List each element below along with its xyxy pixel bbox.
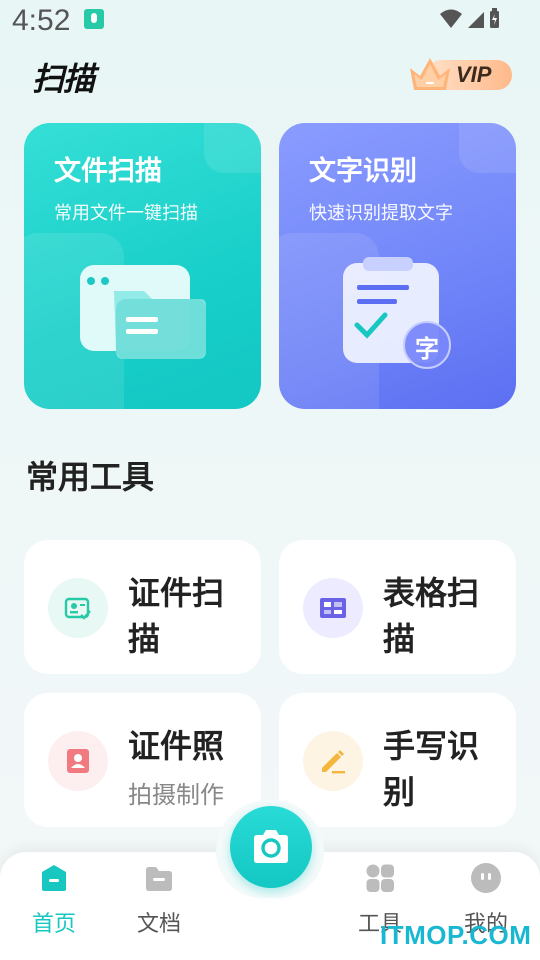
- card-subtitle: 快速识别提取文字: [309, 203, 453, 224]
- card-decoration: [204, 123, 261, 173]
- pen-icon: [303, 731, 363, 791]
- vip-label: VIP: [456, 62, 492, 87]
- vip-button[interactable]: VIP: [404, 54, 512, 94]
- tool-title: 证件扫描: [128, 574, 225, 658]
- section-title: 常用工具: [26, 458, 155, 496]
- status-time: 4:52: [12, 4, 71, 37]
- app-logo: 扫描: [32, 60, 95, 98]
- camera-button-wrap: [216, 800, 324, 898]
- text-recognition-card[interactable]: 文字识别 快速识别提取文字 字: [279, 123, 516, 409]
- id-scan-tool-card[interactable]: 证件扫描: [24, 540, 261, 674]
- table-scan-tool-card[interactable]: 表格扫描: [279, 540, 516, 674]
- profile-icon: [471, 863, 501, 893]
- wifi-icon: [440, 9, 462, 28]
- portrait-icon: [48, 731, 108, 791]
- status-bar: 4:52: [0, 0, 540, 44]
- notification-icon: [84, 9, 104, 29]
- signal-icon: [468, 12, 484, 28]
- card-title: 文件扫描: [54, 156, 162, 187]
- tool-subtitle: 拍摄制作: [128, 781, 224, 809]
- crown-icon: [410, 58, 450, 90]
- tool-title: 表格扫描: [383, 574, 480, 658]
- folder-icon: [146, 867, 172, 891]
- tab-label: 首页: [31, 912, 76, 937]
- tool-title: 手写识别: [383, 727, 480, 811]
- tool-title: 证件照: [128, 727, 225, 765]
- card-decoration: [459, 123, 516, 173]
- camera-button[interactable]: [230, 806, 312, 888]
- status-icons: [440, 8, 499, 28]
- folder-illustration-icon: [80, 265, 206, 359]
- character-badge-label: 字: [415, 335, 439, 363]
- card-subtitle: 常用文件一键扫描: [54, 203, 198, 224]
- table-icon: [303, 578, 363, 638]
- document-scan-card[interactable]: 文件扫描 常用文件一键扫描: [24, 123, 261, 409]
- watermark: ITMOP.COM: [380, 920, 532, 950]
- id-card-icon: [48, 578, 108, 638]
- camera-icon: [254, 830, 288, 863]
- tab-home[interactable]: 首页: [14, 852, 94, 960]
- card-title: 文字识别: [309, 156, 417, 187]
- tab-label: 文档: [136, 912, 181, 937]
- home-icon: [42, 865, 66, 891]
- tab-documents[interactable]: 文档: [119, 852, 199, 960]
- grid-icon: [366, 864, 394, 892]
